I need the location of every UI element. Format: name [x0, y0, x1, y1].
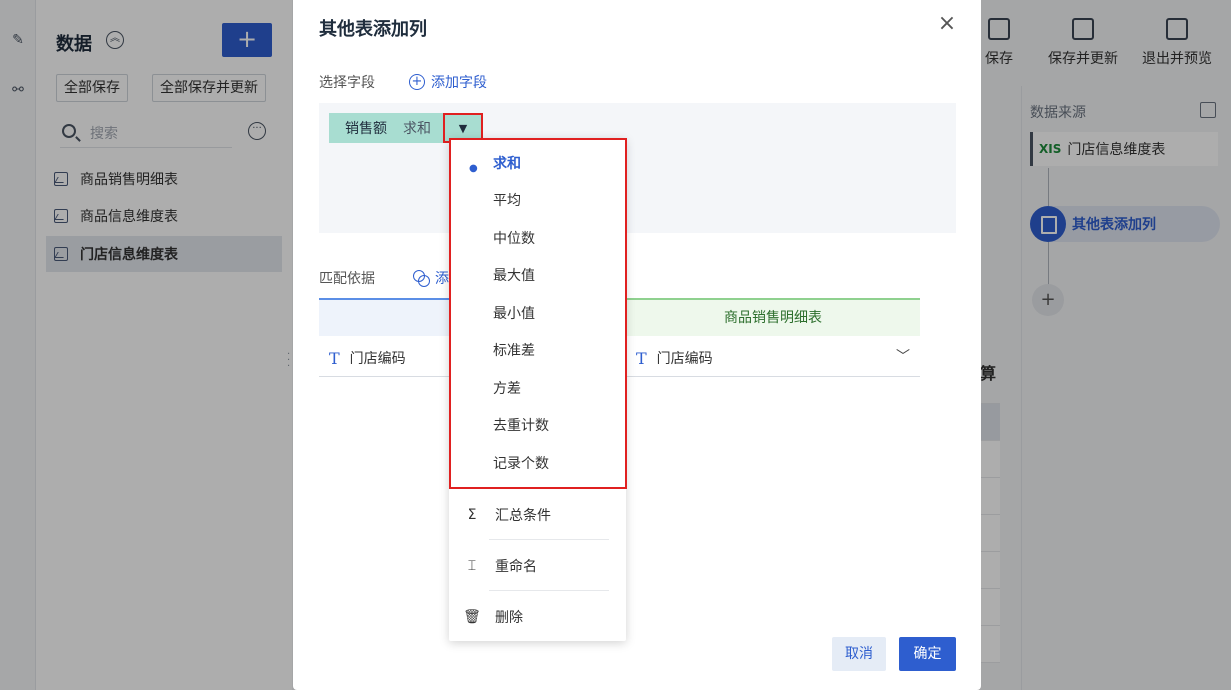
menu-divider	[489, 539, 609, 540]
agg-option-min[interactable]: 最小值	[493, 304, 535, 324]
cancel-button[interactable]: 取消	[832, 637, 886, 671]
delete-item[interactable]: 🗑 删除	[449, 597, 626, 637]
add-field-button[interactable]: + 添加字段	[409, 72, 487, 92]
agg-option-max[interactable]: 最大值	[493, 266, 535, 286]
match-right-field: 门店编码	[656, 351, 713, 367]
menu-divider	[489, 590, 609, 591]
selected-dot-icon: ●	[469, 163, 478, 174]
agg-option-sum[interactable]: 求和	[493, 154, 521, 174]
match-left-field: 门店编码	[349, 351, 406, 367]
dialog-title: 其他表添加列	[319, 19, 427, 40]
aggregation-highlight	[449, 138, 627, 489]
text-field-icon: T	[329, 348, 340, 368]
chevron-down-icon: ﹀	[896, 348, 910, 365]
add-match-button[interactable]: 添	[413, 268, 449, 288]
text-field-icon: T	[636, 348, 647, 368]
confirm-button[interactable]: 确定	[899, 637, 956, 671]
rename-icon: ⌶	[467, 558, 477, 574]
delete-label: 删除	[495, 610, 523, 626]
close-icon[interactable]: ×	[935, 12, 959, 36]
sigma-icon: Σ	[467, 507, 477, 523]
agg-option-median[interactable]: 中位数	[493, 229, 535, 249]
add-column-dialog: 其他表添加列 × 选择字段 + 添加字段 销售额 求和 ▼ 匹配依据 添 基 商…	[293, 0, 981, 690]
rename-label: 重命名	[495, 559, 537, 575]
trash-icon: 🗑	[463, 609, 481, 625]
plus-circle-icon: +	[409, 74, 425, 90]
field-tag-aggregation: 求和	[403, 121, 431, 137]
field-drop-area: 销售额 求和 ▼	[319, 103, 956, 233]
add-match-label: 添	[435, 271, 449, 287]
match-header-right: 商品销售明细表	[626, 298, 920, 336]
agg-option-variance[interactable]: 方差	[493, 379, 521, 399]
field-section-label: 选择字段	[319, 75, 375, 91]
agg-option-distinct-count[interactable]: 去重计数	[493, 416, 549, 436]
match-right-select[interactable]: T 门店编码 ﹀	[626, 340, 920, 377]
add-field-label: 添加字段	[431, 75, 487, 91]
match-section-label: 匹配依据	[319, 271, 375, 287]
summary-condition-label: 汇总条件	[495, 508, 551, 524]
field-tag-name: 销售额	[345, 121, 387, 137]
rename-item[interactable]: ⌶ 重命名	[449, 546, 626, 586]
agg-option-record-count[interactable]: 记录个数	[493, 454, 549, 474]
agg-option-avg[interactable]: 平均	[493, 191, 521, 211]
agg-option-stddev[interactable]: 标准差	[493, 341, 535, 361]
field-dropdown-menu: ● 求和 平均 中位数 最大值 最小值 标准差 方差 去重计数 记录个数 Σ 汇…	[449, 138, 627, 641]
link-icon	[413, 270, 430, 287]
summary-condition-item[interactable]: Σ 汇总条件	[449, 495, 626, 535]
